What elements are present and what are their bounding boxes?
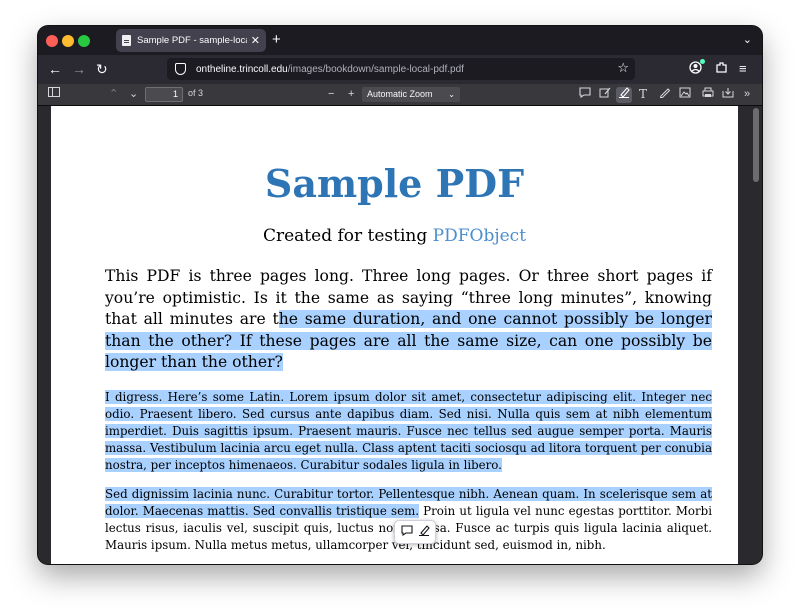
zoom-select-value: Automatic Zoom [367,89,433,99]
tab-title: Sample PDF - sample-local-pdf [137,35,247,46]
page-subtitle: Created for testing PDFObject [51,226,738,246]
pdf-toolbar: ⌃ ⌄ 1 of 3 − + Automatic Zoom ⌄ T » [38,84,762,106]
bookmark-star-icon[interactable]: ☆ [617,60,629,76]
sidebar-toggle-icon[interactable] [48,87,60,102]
chevron-down-icon: ⌄ [448,90,455,99]
page-title: Sample PDF [264,161,525,206]
tab-close-icon[interactable]: ✕ [251,34,260,47]
navigation-bar: ← → ↻ ontheline.trincoll.edu/images/book… [38,55,762,84]
shield-icon[interactable] [175,63,186,75]
account-icon[interactable] [689,61,702,78]
paragraph-intro: This PDF is three pages long. Three long… [105,266,712,374]
minimize-window-button[interactable] [62,35,74,47]
list-all-tabs-icon[interactable]: ⌄ [743,33,752,46]
pdf-document-icon [122,35,131,46]
pdf-page: Sample PDF Created for testing PDFObject… [51,106,738,564]
browser-window: Sample PDF - sample-local-pdf ✕ + ⌄ ← → … [38,26,762,564]
back-icon[interactable]: ← [48,61,62,77]
draw-icon[interactable] [659,87,671,103]
url-path: /images/bookdown/sample-local-pdf.pdf [287,63,464,75]
print-icon[interactable] [702,87,714,103]
close-window-button[interactable] [46,35,58,47]
url-bar[interactable]: ontheline.trincoll.edu/images/bookdown/s… [167,58,635,80]
extensions-icon[interactable] [715,61,728,78]
url-text[interactable]: ontheline.trincoll.edu/images/bookdown/s… [196,64,464,75]
comment-icon[interactable] [579,87,591,103]
zoom-in-icon[interactable]: + [348,87,354,102]
forward-icon[interactable]: → [72,61,86,77]
tab-strip: Sample PDF - sample-local-pdf ✕ + ⌄ [38,26,762,55]
paragraph-latin-1: I digress. Here’s some Latin. Lorem ipsu… [105,389,712,474]
add-comment-icon[interactable] [400,525,413,539]
pdfobject-link[interactable]: PDFObject [433,226,526,246]
tab-sample-pdf[interactable]: Sample PDF - sample-local-pdf ✕ [116,29,266,52]
signature-icon[interactable] [599,87,611,103]
highlight-icon[interactable] [616,87,632,103]
tools-icon[interactable]: » [744,87,750,102]
highlight-pen-icon[interactable] [418,525,430,539]
reload-icon[interactable]: ↻ [96,61,108,77]
page-count-label: of 3 [188,88,204,98]
previous-page-icon[interactable]: ⌃ [109,87,118,102]
paragraph-latin-1-selected: I digress. Here’s some Latin. Lorem ipsu… [105,390,712,472]
pdf-viewer[interactable]: Sample PDF Created for testing PDFObject… [38,106,762,564]
zoom-window-button[interactable] [78,35,90,47]
page-number-input[interactable]: 1 [145,87,183,102]
selection-popup-toolbar [394,520,436,544]
account-status-dot [700,59,705,64]
new-tab-button[interactable]: + [272,31,281,49]
viewer-scrollbar[interactable] [753,108,759,182]
url-host: ontheline.trincoll.edu [196,63,288,75]
zoom-out-icon[interactable]: − [328,87,334,102]
menu-icon[interactable]: ≡ [739,61,747,77]
text-icon[interactable]: T [639,87,647,102]
save-icon[interactable] [722,87,734,103]
subtitle-text: Created for testing [262,226,433,246]
image-icon[interactable] [679,87,691,103]
zoom-select[interactable]: Automatic Zoom ⌄ [362,87,460,102]
next-page-icon[interactable]: ⌄ [129,87,138,102]
